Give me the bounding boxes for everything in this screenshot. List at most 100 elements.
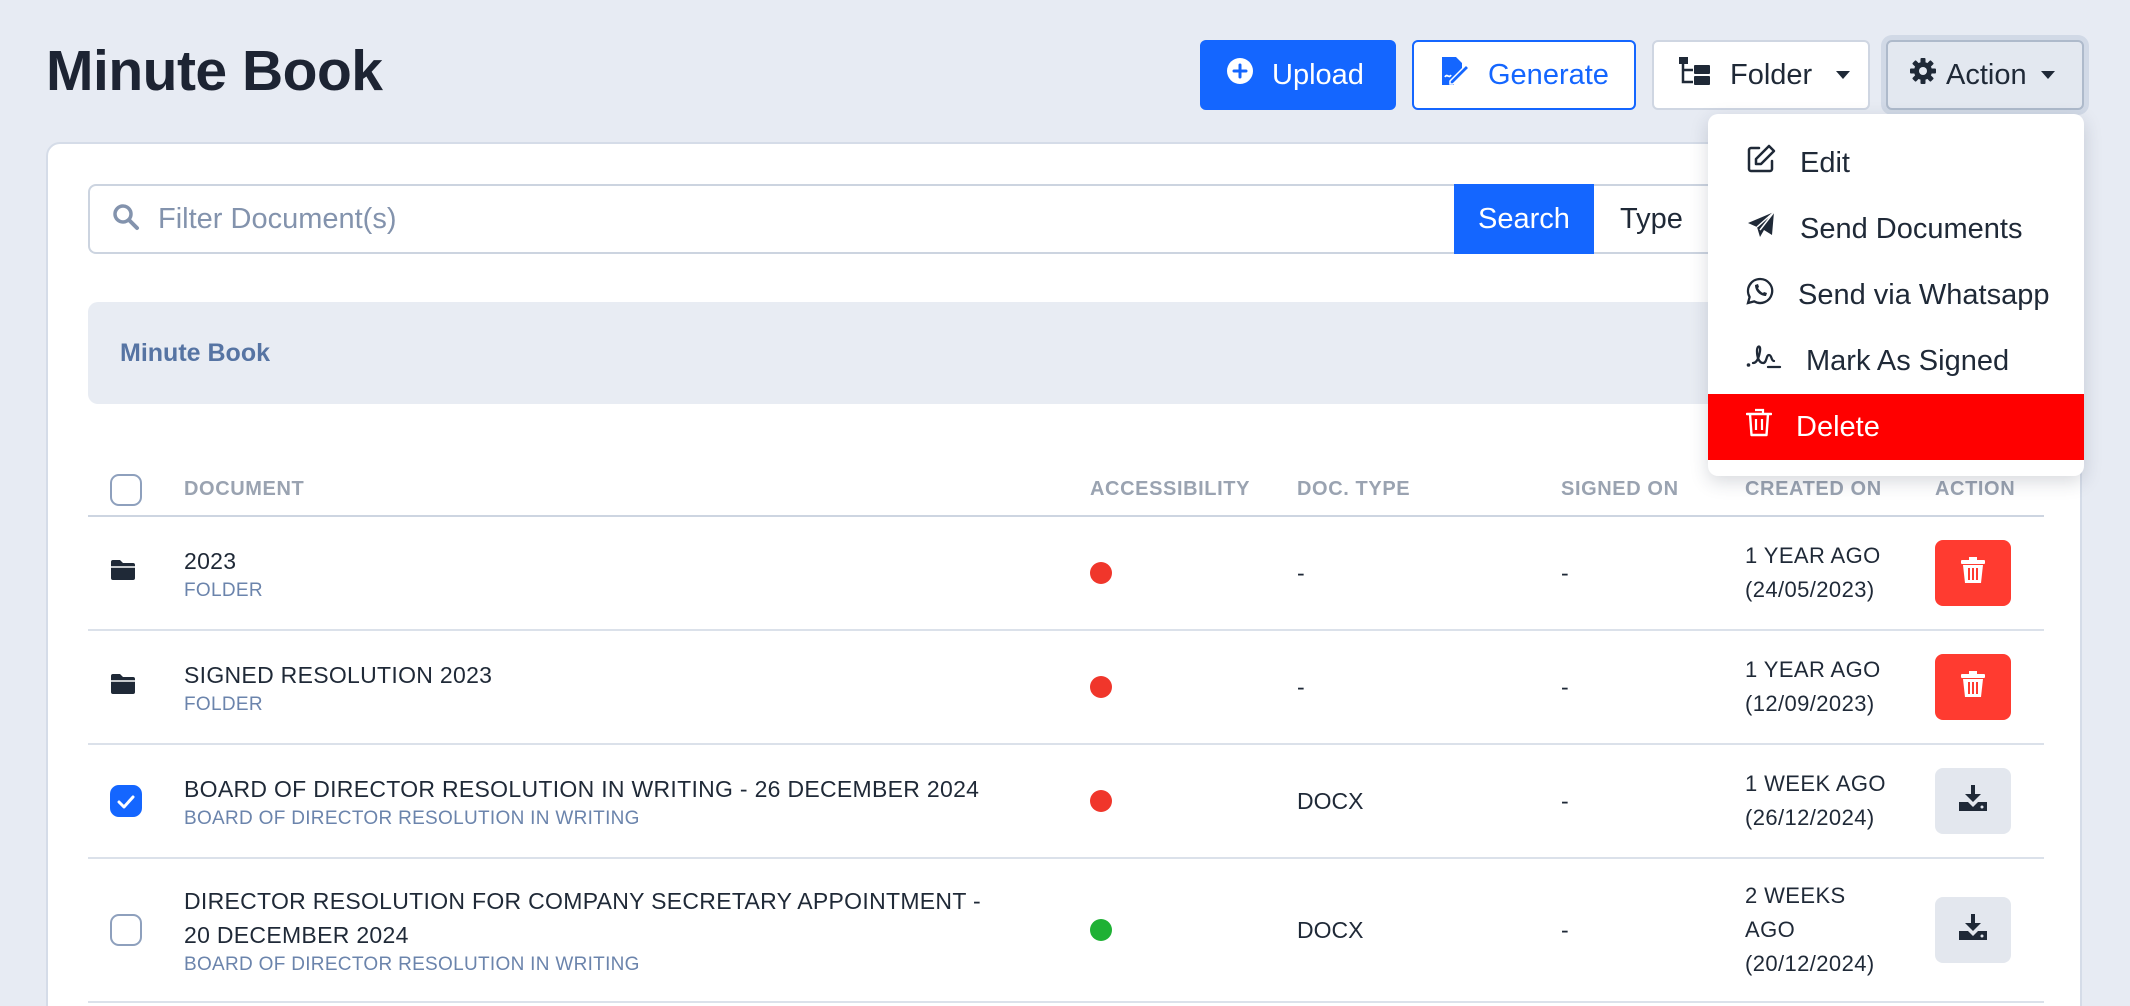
- column-header-accessibility[interactable]: ACCESSIBILITY: [1090, 444, 1297, 517]
- whatsapp-icon: [1746, 277, 1774, 313]
- doc-type-cell: DOCX: [1297, 858, 1561, 1003]
- trash-icon: [1960, 555, 1986, 591]
- select-all-checkbox[interactable]: [110, 473, 142, 506]
- table-row[interactable]: DIRECTOR RESOLUTION FOR COMPANY SECRETAR…: [88, 858, 2044, 1003]
- table-row[interactable]: 2023 FOLDER - - 1 YEAR AGO (24/05/2023): [88, 516, 2044, 631]
- menu-item-label: Delete: [1796, 410, 1880, 443]
- folder-button-label: Folder: [1730, 58, 1813, 91]
- filter-documents-input[interactable]: [158, 202, 1358, 236]
- doc-type-cell: -: [1297, 516, 1561, 631]
- created-relative: 1 YEAR AGO: [1745, 543, 1881, 568]
- accessibility-status-dot: [1090, 562, 1112, 584]
- trash-icon: [1745, 408, 1773, 446]
- delete-row-button[interactable]: [1935, 654, 2011, 720]
- doc-type-cell: -: [1297, 630, 1561, 745]
- accessibility-cell: [1090, 516, 1297, 631]
- menu-item-send-via-whatsapp[interactable]: Send via Whatsapp: [1708, 262, 2084, 328]
- documents-table: DOCUMENT ACCESSIBILITY DOC. TYPE SIGNED …: [88, 444, 2044, 1003]
- file-signature-icon: [1438, 55, 1471, 95]
- document-name[interactable]: SIGNED RESOLUTION 2023: [184, 658, 1090, 692]
- document-cell: 2023 FOLDER: [184, 516, 1090, 631]
- menu-item-label: Edit: [1800, 146, 1850, 179]
- trash-icon: [1960, 669, 1986, 705]
- document-cell: BOARD OF DIRECTOR RESOLUTION IN WRITING …: [184, 744, 1090, 859]
- action-cell: [1935, 630, 2044, 745]
- action-cell: [1935, 516, 2044, 631]
- document-category: FOLDER: [184, 580, 263, 601]
- action-button-label: Action: [1946, 58, 2027, 91]
- search-icon: [112, 203, 140, 236]
- column-header-document[interactable]: DOCUMENT: [184, 444, 1090, 517]
- edit-icon: [1746, 144, 1776, 182]
- checkmark-icon: [117, 788, 135, 815]
- generate-button[interactable]: Generate: [1412, 40, 1636, 110]
- created-on-cell: 1 YEAR AGO (12/09/2023): [1745, 630, 1935, 745]
- accessibility-status-dot: [1090, 919, 1112, 941]
- created-on-cell: 1 YEAR AGO (24/05/2023): [1745, 516, 1935, 631]
- created-date: (24/05/2023): [1745, 577, 1875, 602]
- accessibility-cell: [1090, 630, 1297, 745]
- accessibility-cell: [1090, 744, 1297, 859]
- created-date: (20/12/2024): [1745, 951, 1875, 976]
- action-dropdown-button[interactable]: Action: [1886, 40, 2084, 110]
- plus-circle-icon: [1226, 57, 1254, 93]
- gear-icon: [1908, 56, 1938, 94]
- document-cell: DIRECTOR RESOLUTION FOR COMPANY SECRETAR…: [184, 858, 1090, 1003]
- action-dropdown-menu: Edit Send Documents Send via Whatsapp Ma…: [1708, 114, 2084, 476]
- row-checkbox-cell: [88, 744, 184, 859]
- paper-plane-icon: [1746, 210, 1776, 248]
- search-row: Search Type: [88, 184, 1734, 254]
- folder-dropdown-button[interactable]: Folder: [1652, 40, 1870, 110]
- download-row-button[interactable]: [1935, 897, 2011, 963]
- select-all-header: [88, 444, 184, 517]
- accessibility-cell: [1090, 858, 1297, 1003]
- document-category: FOLDER: [184, 694, 263, 715]
- document-cell: SIGNED RESOLUTION 2023 FOLDER: [184, 630, 1090, 745]
- document-name[interactable]: DIRECTOR RESOLUTION FOR COMPANY SECRETAR…: [184, 884, 1004, 952]
- created-on-cell: 2 WEEKS AGO (20/12/2024): [1745, 858, 1935, 1003]
- chevron-down-icon: [1836, 71, 1851, 79]
- upload-button[interactable]: Upload: [1200, 40, 1396, 110]
- delete-row-button[interactable]: [1935, 540, 2011, 606]
- signed-on-cell: -: [1561, 744, 1745, 859]
- document-category: BOARD OF DIRECTOR RESOLUTION IN WRITING: [184, 954, 640, 975]
- download-row-button[interactable]: [1935, 768, 2011, 834]
- folder-icon: [110, 674, 136, 700]
- action-cell: [1935, 744, 2044, 859]
- row-icon-cell: [88, 630, 184, 745]
- document-category: BOARD OF DIRECTOR RESOLUTION IN WRITING: [184, 808, 640, 829]
- menu-item-mark-as-signed[interactable]: Mark As Signed: [1708, 328, 2084, 394]
- row-checkbox-cell: [88, 858, 184, 1003]
- section-title: Minute Book: [120, 338, 270, 367]
- row-checkbox[interactable]: [110, 914, 142, 946]
- folder-tree-icon: [1678, 56, 1712, 94]
- signed-on-cell: -: [1561, 516, 1745, 631]
- menu-item-delete[interactable]: Delete: [1708, 394, 2084, 460]
- created-relative: 2 WEEKS AGO: [1745, 883, 1846, 942]
- table-row[interactable]: SIGNED RESOLUTION 2023 FOLDER - - 1 YEAR…: [88, 630, 2044, 745]
- table-row[interactable]: BOARD OF DIRECTOR RESOLUTION IN WRITING …: [88, 744, 2044, 859]
- accessibility-status-dot: [1090, 676, 1112, 698]
- action-cell: [1935, 858, 2044, 1003]
- menu-item-label: Send Documents: [1800, 212, 2023, 245]
- download-icon: [1958, 784, 1988, 818]
- created-relative: 1 YEAR AGO: [1745, 657, 1881, 682]
- document-name[interactable]: 2023: [184, 544, 1090, 578]
- document-name[interactable]: BOARD OF DIRECTOR RESOLUTION IN WRITING …: [184, 772, 1090, 806]
- column-header-doc-type[interactable]: DOC. TYPE: [1297, 444, 1561, 517]
- search-button[interactable]: Search: [1454, 184, 1594, 254]
- created-date: (26/12/2024): [1745, 805, 1875, 830]
- search-box: [88, 184, 1454, 254]
- menu-item-edit[interactable]: Edit: [1708, 130, 2084, 196]
- folder-icon: [110, 560, 136, 586]
- menu-item-label: Mark As Signed: [1806, 344, 2010, 377]
- row-icon-cell: [88, 516, 184, 631]
- signature-icon: [1746, 343, 1782, 379]
- download-icon: [1958, 913, 1988, 947]
- menu-item-send-documents[interactable]: Send Documents: [1708, 196, 2084, 262]
- doc-type-cell: DOCX: [1297, 744, 1561, 859]
- created-relative: 1 WEEK AGO: [1745, 771, 1886, 796]
- generate-button-label: Generate: [1488, 58, 1609, 91]
- row-checkbox[interactable]: [110, 785, 142, 817]
- chevron-down-icon: [2040, 71, 2055, 79]
